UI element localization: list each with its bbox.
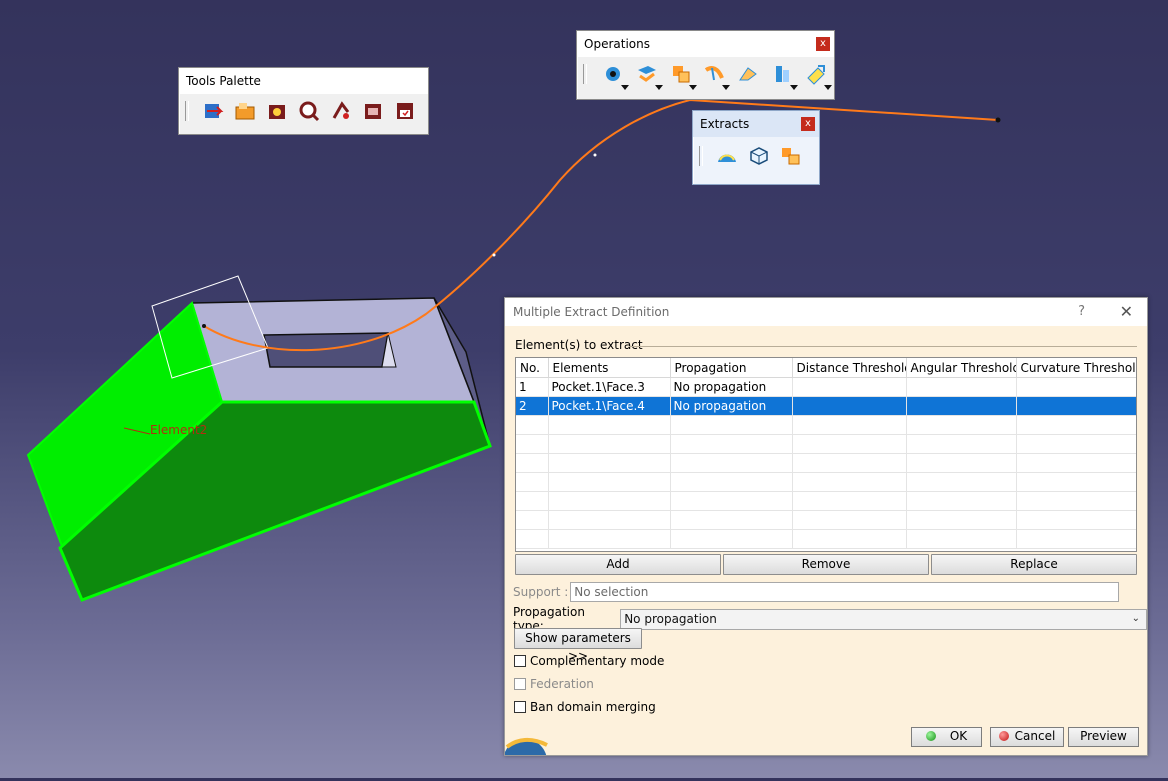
translate-icon[interactable] [802, 61, 832, 90]
operations-toolbar[interactable]: Operations x [576, 30, 835, 100]
column-header-curvature[interactable]: Curvature Threshold [1016, 358, 1136, 378]
table-header-row: No. Elements Propagation Distance Thresh… [516, 358, 1136, 378]
trim-icon[interactable] [734, 61, 762, 87]
split-icon[interactable] [701, 61, 731, 90]
column-header-no[interactable]: No. [516, 358, 549, 378]
measure-icon[interactable] [295, 98, 323, 124]
support-field[interactable]: No selection [570, 582, 1120, 602]
untrim-icon[interactable] [633, 61, 663, 90]
cell-element[interactable]: Pocket.1\Face.4 [548, 396, 671, 416]
cell-distance[interactable] [792, 396, 907, 416]
catia-logo [505, 727, 551, 755]
chevron-down-icon[interactable] [688, 85, 697, 90]
cell-propagation[interactable]: No propagation [670, 377, 793, 397]
empty-row [516, 472, 1136, 492]
cell-no[interactable]: 1 [516, 377, 549, 397]
join-icon[interactable] [599, 61, 629, 90]
cell-curvature[interactable] [1016, 396, 1136, 416]
toolbar-grip[interactable] [583, 64, 587, 84]
empty-row [516, 453, 1136, 473]
group-divider [629, 346, 1137, 347]
extracts-toolbar[interactable]: Extracts x [692, 110, 820, 185]
help-button[interactable]: ? [1078, 298, 1085, 326]
show-parameters-button[interactable]: Show parameters >> [514, 628, 642, 663]
toolbar-title[interactable]: Extracts [700, 117, 749, 131]
boundary-extract-icon[interactable] [713, 143, 741, 169]
catalog-icon[interactable] [263, 98, 291, 124]
chevron-down-icon[interactable] [654, 85, 663, 90]
empty-row [516, 434, 1136, 454]
column-header-distance[interactable]: Distance Threshold [792, 358, 907, 378]
extract-icon[interactable] [667, 61, 697, 90]
extract-icon[interactable] [745, 143, 773, 169]
table-row[interactable]: 1 Pocket.1\Face.3 No propagation [516, 377, 1136, 397]
group-label: Element(s) to extract [515, 338, 643, 352]
ok-button[interactable]: OK [911, 727, 982, 747]
chevron-down-icon[interactable]: ⌄ [1132, 609, 1140, 628]
close-icon[interactable]: x [816, 37, 830, 51]
support-label: Support : [513, 585, 569, 599]
cell-element[interactable]: Pocket.1\Face.3 [548, 377, 671, 397]
multiple-extract-icon[interactable] [777, 143, 805, 169]
cell-propagation[interactable]: No propagation [670, 396, 793, 416]
cancel-label: Cancel [1014, 729, 1056, 743]
propagation-type-value: No propagation [624, 611, 717, 626]
chevron-down-icon[interactable] [824, 85, 832, 90]
ban-domain-merging-label[interactable]: Ban domain merging [530, 700, 656, 714]
cell-curvature[interactable] [1016, 377, 1136, 397]
toolbar-grip[interactable] [699, 146, 703, 166]
folder-icon[interactable] [231, 98, 259, 124]
chevron-down-icon[interactable] [722, 85, 731, 90]
curve-end-point[interactable] [995, 117, 1001, 123]
column-header-elements[interactable]: Elements [548, 358, 671, 378]
chevron-down-icon[interactable] [790, 85, 799, 90]
preview-button[interactable]: Preview [1068, 727, 1139, 747]
empty-row [516, 491, 1136, 511]
close-icon[interactable]: ✕ [1120, 298, 1133, 326]
ok-icon [925, 731, 936, 741]
table-row[interactable]: 2 Pocket.1\Face.4 No propagation [516, 396, 1136, 416]
cancel-icon [998, 731, 1009, 741]
column-header-angular[interactable]: Angular Threshold [906, 358, 1017, 378]
complementary-mode-label[interactable]: Complementary mode [530, 654, 664, 668]
dialog-title[interactable]: Multiple Extract Definition [513, 305, 669, 319]
save-icon[interactable] [391, 98, 419, 124]
column-header-propagation[interactable]: Propagation [670, 358, 793, 378]
annotation-label[interactable]: Element2 [150, 423, 207, 437]
toolbar-title[interactable]: Tools Palette [179, 68, 428, 94]
ban-domain-merging-checkbox[interactable] [514, 701, 526, 713]
toolbar-grip[interactable] [185, 101, 189, 121]
inertia-icon[interactable] [327, 98, 355, 124]
empty-row [516, 529, 1136, 549]
cell-angular[interactable] [906, 396, 1017, 416]
axis-system-icon[interactable] [199, 98, 227, 124]
cell-no[interactable]: 2 [516, 396, 549, 416]
complementary-mode-checkbox[interactable] [514, 655, 526, 667]
multiple-extract-dialog[interactable]: Multiple Extract Definition ? ✕ Element(… [504, 297, 1148, 756]
chevron-down-icon[interactable] [620, 85, 629, 90]
publish-icon[interactable] [359, 98, 387, 124]
remove-button[interactable]: Remove [723, 554, 929, 575]
tools-palette-toolbar[interactable]: Tools Palette [178, 67, 429, 135]
boundary-icon[interactable] [768, 61, 799, 90]
elements-table[interactable]: No. Elements Propagation Distance Thresh… [515, 357, 1137, 552]
curve-start-point[interactable] [202, 324, 206, 328]
curve-control-point[interactable] [492, 253, 496, 257]
cell-angular[interactable] [906, 377, 1017, 397]
empty-row [516, 415, 1136, 435]
propagation-type-select[interactable]: No propagation ⌄ [620, 608, 1147, 630]
replace-button[interactable]: Replace [931, 554, 1137, 575]
cancel-button[interactable]: Cancel [990, 727, 1064, 747]
add-button[interactable]: Add [515, 554, 721, 575]
close-icon[interactable]: x [801, 117, 815, 131]
toolbar-title[interactable]: Operations [584, 37, 650, 51]
cell-distance[interactable] [792, 377, 907, 397]
curve-control-point[interactable] [593, 153, 597, 157]
federation-label[interactable]: Federation [530, 677, 594, 691]
empty-row [516, 510, 1136, 530]
federation-checkbox[interactable] [514, 678, 526, 690]
ok-label: OK [949, 729, 968, 743]
